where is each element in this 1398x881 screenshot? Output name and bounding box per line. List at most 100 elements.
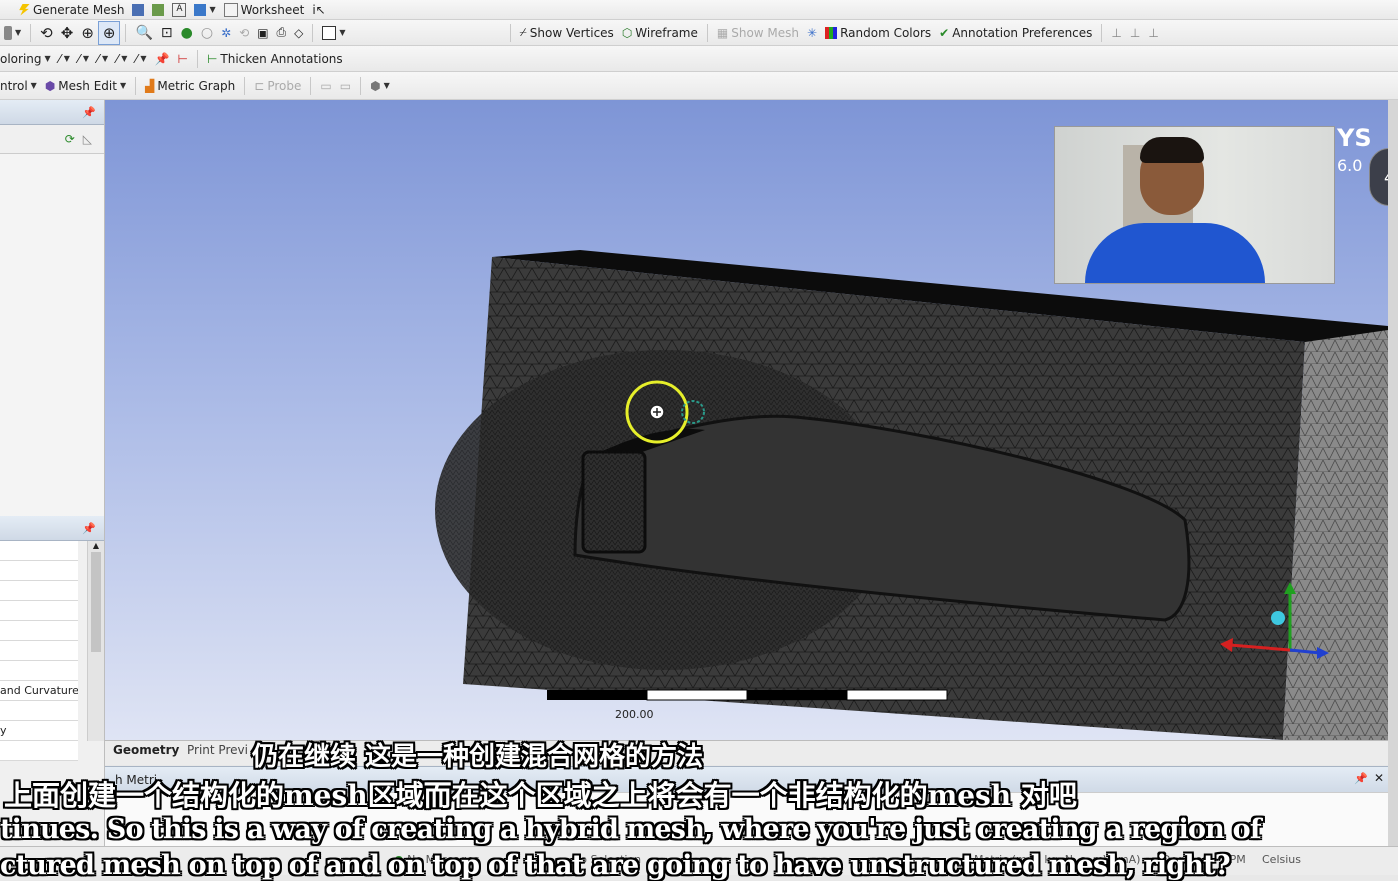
show-mesh-button[interactable]: ▦ Show Mesh [713, 22, 803, 44]
mesh-control-dropdown[interactable]: ntrol ▼ [0, 75, 41, 97]
zoom-in-button[interactable]: ● [177, 22, 197, 44]
right-edge-strip [1388, 100, 1398, 846]
pin-button[interactable]: 📌 [151, 48, 174, 70]
axes-toggle-button[interactable]: ✳ [803, 22, 821, 44]
details-row[interactable] [0, 701, 78, 721]
pin-icon[interactable]: 📌 [82, 522, 96, 535]
print-button[interactable]: ⎙ [273, 22, 291, 44]
random-colors-button[interactable]: Random Colors [821, 22, 935, 44]
details-row[interactable] [0, 581, 78, 601]
separator [125, 23, 127, 42]
details-row[interactable] [0, 601, 78, 621]
scale-bar-segment [646, 689, 748, 701]
scroll-thumb[interactable] [91, 552, 101, 652]
details-row[interactable] [0, 541, 78, 561]
chevron-down-icon: ▼ [209, 5, 216, 14]
label-button[interactable]: ◇ [290, 22, 307, 44]
max-label-button[interactable]: ▭ [316, 75, 335, 97]
details-row[interactable] [0, 661, 78, 681]
refresh-icon[interactable]: ⟳ [65, 132, 75, 146]
previous-view-button[interactable]: ⟲ [235, 22, 253, 44]
edge-style-5-button[interactable]: ⁄ ▼ [131, 48, 150, 70]
worksheet-button[interactable]: Worksheet [220, 0, 309, 19]
details-row-y[interactable]: y [0, 721, 78, 741]
min-label-button[interactable]: ▭ [336, 75, 355, 97]
vertices-icon: ⌿ [519, 25, 527, 39]
ruler-y-button[interactable]: ⊥ [1126, 22, 1144, 44]
zoom-box-button[interactable]: ⊕ [97, 20, 121, 45]
edge-style-2-button[interactable]: ⁄ ▼ [74, 48, 93, 70]
metric-graph-button[interactable]: ▟ Metric Graph [141, 75, 239, 97]
window-icon [322, 25, 337, 40]
show-vertices-button[interactable]: ⌿ Show Vertices [516, 22, 618, 44]
zoom-fit-button[interactable]: 🔍 [131, 22, 156, 44]
scale-bar-segment [747, 690, 847, 700]
version-text: 6.0 [1337, 156, 1363, 175]
edge-style-3-button[interactable]: ⁄ ▼ [93, 48, 112, 70]
overlay-badge[interactable]: 4 [1369, 148, 1388, 206]
details-scrollbar[interactable]: ▲ [87, 541, 104, 741]
graphics-viewport[interactable]: 200.00 YS 6.0 4 [105, 100, 1388, 740]
zoom-box-icon: ⊕ [102, 23, 116, 42]
pin-icon[interactable]: 📌 [1354, 772, 1368, 785]
separator [135, 76, 137, 95]
thicken-annotations-button[interactable]: ⊢ Thicken Annotations [203, 48, 347, 70]
chevron-down-icon: ▼ [140, 54, 147, 63]
wireframe-icon: ⬡ [621, 25, 633, 40]
chevron-down-icon: ▼ [82, 54, 90, 63]
webcam-shirt [1085, 223, 1265, 283]
ruler-z-button[interactable]: ⊥ [1144, 22, 1162, 44]
details-row[interactable] [0, 561, 78, 581]
generate-mesh-button[interactable]: Generate Mesh [14, 0, 128, 19]
details-row[interactable] [0, 741, 78, 761]
select-mode-icon [4, 25, 12, 40]
details-row[interactable] [0, 621, 78, 641]
pin-icon[interactable]: 📌 [82, 106, 96, 119]
zoom-button[interactable]: ⊕ [77, 22, 98, 44]
camera-button[interactable]: ▣ [253, 22, 272, 44]
probe-icon: ⊏ [254, 78, 265, 93]
edge-style-icon: ⁄ [77, 51, 80, 66]
pan-button[interactable]: ✥ [57, 22, 78, 44]
text-annotation-button[interactable]: A [168, 0, 190, 19]
annotation-size-button[interactable]: ⊢ [173, 48, 191, 70]
image-icon-button[interactable] [148, 0, 168, 19]
iso-view-button[interactable]: ✲ [217, 22, 235, 44]
mesh-edit-dropdown[interactable]: ⬢ Mesh Edit ▼ [41, 75, 130, 97]
details-row-curvature[interactable]: and Curvature [0, 681, 78, 701]
preview-icon-button[interactable] [128, 0, 148, 19]
coloring-dropdown[interactable]: oloring ▼ [0, 48, 55, 70]
rotate-button[interactable]: ⟲ [36, 22, 57, 44]
edge-style-icon: ⁄ [58, 51, 61, 66]
viewport-layout-button[interactable]: ▼ [318, 22, 349, 44]
temperature-units-status[interactable]: Celsius [1262, 853, 1301, 866]
outline-toolbar: ⟳ ◺ [0, 125, 104, 154]
details-row[interactable] [0, 641, 78, 661]
min-icon: ▭ [339, 78, 352, 93]
ruler-x-button[interactable]: ⊥ [1107, 22, 1125, 44]
scale-bar-label: 200.00 [615, 708, 654, 721]
zoom-out-button[interactable]: ○ [197, 22, 217, 44]
probe-button[interactable]: ⊏ Probe [250, 75, 305, 97]
edge-style-4-button[interactable]: ⁄ ▼ [112, 48, 131, 70]
pin-icon: 📌 [154, 51, 170, 66]
color-palette-icon [825, 26, 838, 39]
context-help-button[interactable]: i↖ [308, 0, 329, 19]
print-icon: ⎙ [276, 25, 287, 39]
scroll-up-icon[interactable]: ▲ [88, 541, 104, 550]
separator [1101, 23, 1103, 42]
zoom-all-button[interactable]: ⊡ [157, 22, 177, 44]
annotation-preferences-button[interactable]: ✔ Annotation Preferences [935, 22, 1096, 44]
tab-print-preview[interactable]: Print Previ [187, 743, 248, 757]
display-style-dropdown[interactable]: ⬢ ▼ [366, 75, 394, 97]
select-mode-button[interactable]: ▼ [0, 22, 25, 44]
tag-icon: ◇ [294, 25, 304, 40]
subtitle-line-2: 上面创建一个结构化的mesh区域而在这个区域之上将会有一个非结构化的mesh 对… [4, 779, 1077, 812]
image-export-button[interactable]: ▼ [190, 0, 219, 19]
edge-style-1-button[interactable]: ⁄ ▼ [55, 48, 74, 70]
wireframe-button[interactable]: ⬡ Wireframe [618, 22, 702, 44]
filter-icon[interactable]: ◺ [83, 132, 92, 146]
separator [509, 23, 511, 42]
tab-geometry[interactable]: Geometry [113, 743, 179, 757]
close-icon[interactable]: ✕ [1374, 771, 1384, 785]
